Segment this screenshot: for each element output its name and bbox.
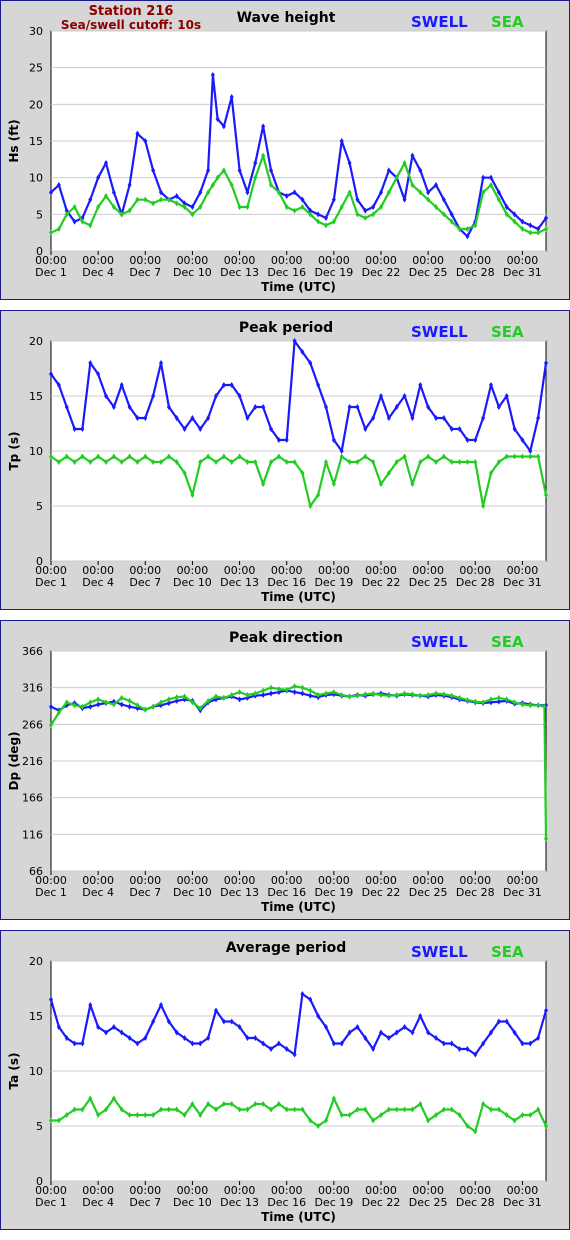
- x-tick-day: Dec 1: [35, 886, 67, 899]
- x-tick-day: Dec 7: [129, 886, 161, 899]
- y-tick-label: 30: [29, 25, 43, 38]
- x-tick-day: Dec 7: [129, 266, 161, 279]
- x-tick-day: Dec 10: [173, 266, 212, 279]
- legend-swell: SWELL: [411, 323, 468, 341]
- chart-panel-wave-height: Station 216 Sea/swell cutoff: 10s 0 5 10 15…: [0, 0, 570, 300]
- x-tick-day: Dec 13: [220, 1196, 259, 1209]
- y-tick-label: 15: [29, 1010, 43, 1023]
- chart-svg-wave-height: Station 216 Sea/swell cutoff: 10s 051015…: [7, 4, 548, 294]
- x-tick-day: Dec 13: [220, 886, 259, 899]
- x-tick-day: Dec 1: [35, 266, 67, 279]
- legend-swell: SWELL: [411, 943, 468, 961]
- x-tick-day: Dec 1: [35, 1196, 67, 1209]
- y-tick-label: 10: [29, 172, 43, 185]
- x-tick-day: Dec 28: [456, 1196, 495, 1209]
- legend-swell: SWELL: [411, 633, 468, 651]
- x-tick-day: Dec 10: [173, 886, 212, 899]
- y-tick-label: 116: [22, 828, 43, 841]
- y-axis-label: Tp (s): [7, 431, 21, 470]
- x-axis-label: Time (UTC): [261, 900, 336, 914]
- y-tick-label: 15: [29, 135, 43, 148]
- x-tick-day: Dec 4: [82, 266, 114, 279]
- x-tick-day: Dec 28: [456, 576, 495, 589]
- x-tick-day: Dec 31: [503, 266, 542, 279]
- x-axis-label: Time (UTC): [261, 1210, 336, 1224]
- x-axis-label: Time (UTC): [261, 590, 336, 604]
- x-tick-day: Dec 7: [129, 576, 161, 589]
- x-tick-day: Dec 22: [362, 1196, 401, 1209]
- legend-sea: SEA: [491, 323, 524, 341]
- x-tick-day: Dec 7: [129, 1196, 161, 1209]
- chart-svg-average-period: 0510152000:00Dec 100:00Dec 400:00Dec 700…: [7, 940, 548, 1224]
- y-axis-label: Ta (s): [7, 1052, 21, 1089]
- x-tick-day: Dec 28: [456, 266, 495, 279]
- x-tick-day: Dec 19: [314, 1196, 353, 1209]
- x-tick-day: Dec 13: [220, 266, 259, 279]
- legend-sea: SEA: [491, 943, 524, 961]
- y-tick-label: 15: [29, 390, 43, 403]
- x-tick-day: Dec 31: [503, 1196, 542, 1209]
- cutoff-label: Sea/swell cutoff: 10s: [61, 18, 201, 32]
- chart-svg-peak-direction: 6611616621626631636600:00Dec 100:00Dec 4…: [7, 630, 548, 914]
- y-tick-label: 5: [36, 208, 43, 221]
- chart-title: Peak period: [239, 320, 333, 336]
- x-tick-day: Dec 31: [503, 576, 542, 589]
- x-tick-day: Dec 22: [362, 886, 401, 899]
- y-tick-label: 316: [22, 682, 43, 695]
- x-tick-day: Dec 16: [267, 1196, 306, 1209]
- x-tick-day: Dec 1: [35, 576, 67, 589]
- chart-title: Peak direction: [229, 630, 343, 646]
- x-tick-day: Dec 16: [267, 266, 306, 279]
- x-tick-day: Dec 10: [173, 576, 212, 589]
- y-tick-label: 20: [29, 98, 43, 111]
- x-tick-day: Dec 31: [503, 886, 542, 899]
- y-tick-label: 20: [29, 955, 43, 968]
- legend-swell: SWELL: [411, 13, 468, 31]
- x-tick-day: Dec 4: [82, 886, 114, 899]
- chart-svg-peak-period: 0510152000:00Dec 100:00Dec 400:00Dec 700…: [7, 320, 548, 604]
- y-tick-label: 216: [22, 755, 43, 768]
- x-tick-day: Dec 28: [456, 886, 495, 899]
- y-tick-label: 5: [36, 1120, 43, 1133]
- x-tick-day: Dec 25: [409, 266, 448, 279]
- x-tick-day: Dec 19: [314, 576, 353, 589]
- x-tick-day: Dec 25: [409, 886, 448, 899]
- y-axis-label: Hs (ft): [7, 119, 21, 162]
- x-tick-day: Dec 25: [409, 576, 448, 589]
- x-tick-day: Dec 22: [362, 266, 401, 279]
- x-tick-day: Dec 10: [173, 1196, 212, 1209]
- x-tick-day: Dec 25: [409, 1196, 448, 1209]
- y-tick-label: 366: [22, 645, 43, 658]
- y-tick-label: 20: [29, 335, 43, 348]
- legend-sea: SEA: [491, 13, 524, 31]
- x-tick-day: Dec 19: [314, 886, 353, 899]
- y-tick-label: 266: [22, 718, 43, 731]
- chart-title: Wave height: [237, 10, 336, 26]
- x-axis-label: Time (UTC): [261, 280, 336, 294]
- y-tick-label: 166: [22, 792, 43, 805]
- station-label: Station 216: [89, 4, 174, 19]
- x-tick-day: Dec 16: [267, 886, 306, 899]
- legend-sea: SEA: [491, 633, 524, 651]
- y-tick-label: 10: [29, 1065, 43, 1078]
- chart-panel-peak-direction: 66 116 166 216 266 316 366 00:00 Dec 1 00:00 Dec 4…: [0, 620, 570, 920]
- y-tick-label: 25: [29, 62, 43, 75]
- y-tick-label: 5: [36, 500, 43, 513]
- chart-panel-average-period: 0 5 10 15 20 00:00 Dec 1 00:00 Dec 4 00:00 Dec 7 00…: [0, 930, 570, 1230]
- chart-panel-peak-period: 0 5 10 15 20 00:00 Dec 1 00:00 Dec 4 00:00 Dec 7 00…: [0, 310, 570, 610]
- y-axis-label: Dp (deg): [7, 731, 21, 790]
- x-tick-day: Dec 4: [82, 576, 114, 589]
- y-tick-label: 10: [29, 445, 43, 458]
- x-tick-day: Dec 19: [314, 266, 353, 279]
- x-tick-day: Dec 16: [267, 576, 306, 589]
- chart-title: Average period: [226, 940, 347, 956]
- x-tick-day: Dec 4: [82, 1196, 114, 1209]
- x-tick-day: Dec 13: [220, 576, 259, 589]
- x-tick-day: Dec 22: [362, 576, 401, 589]
